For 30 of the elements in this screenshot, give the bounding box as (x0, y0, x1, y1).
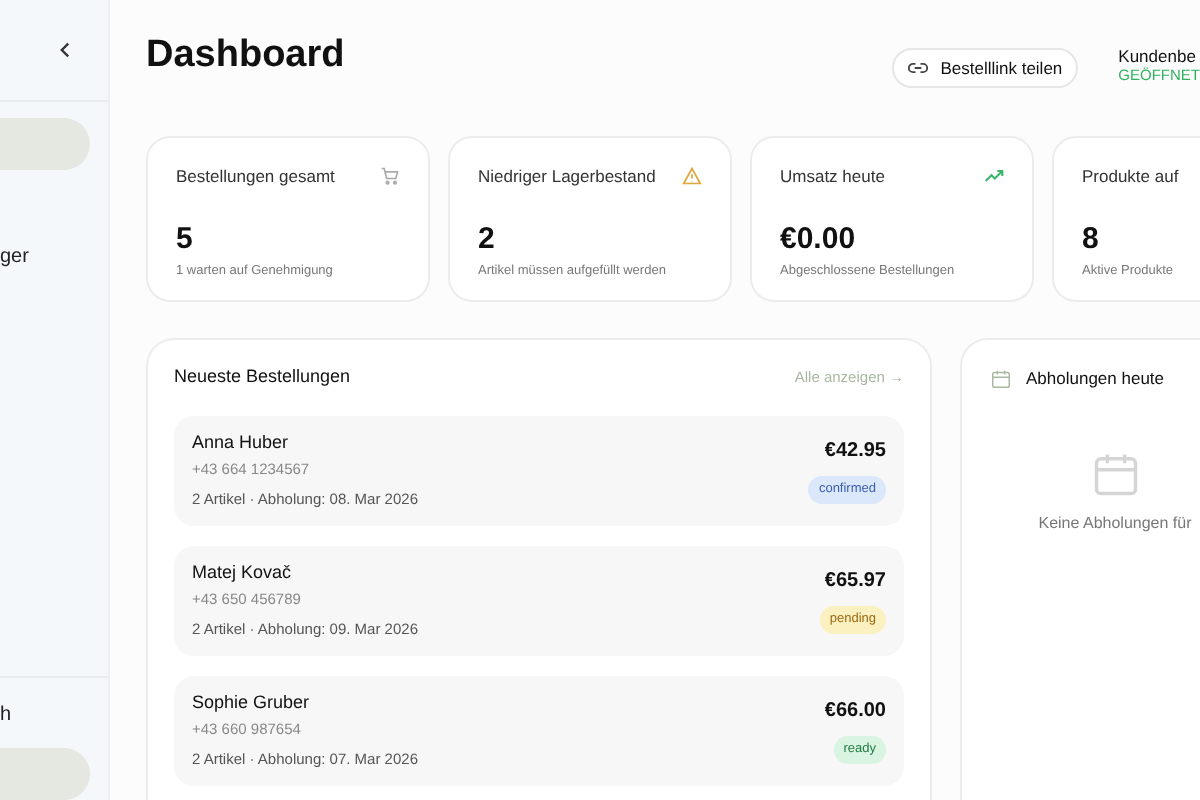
cart-icon (380, 166, 400, 187)
empty-message: Keine Abholungen für (1038, 511, 1192, 536)
page-title: Dashboard (146, 31, 345, 80)
stat-title: Niedriger Lagerbestand (478, 164, 656, 190)
store-label: Kundenbe (1118, 47, 1198, 67)
nav-item[interactable] (0, 118, 90, 170)
stat-value: 8 (1082, 219, 1101, 260)
nav-item[interactable]: h (0, 688, 90, 740)
stat-title: Umsatz heute (780, 164, 885, 190)
customer-name: Matej Kovač (192, 559, 294, 586)
panel-title: Abholungen heute (1026, 366, 1165, 392)
stat-value: 2 (478, 219, 497, 260)
warning-icon (682, 166, 702, 187)
link-icon (908, 60, 929, 76)
share-link-button[interactable]: Bestelllink teilen (892, 48, 1079, 88)
order-total: €65.97 (824, 568, 886, 597)
customer-name: Anna Huber (192, 429, 291, 455)
stat-title: Produkte auf (1082, 164, 1179, 190)
chevron-left-icon[interactable] (58, 42, 72, 58)
customer-name: Sophie Gruber (192, 689, 312, 716)
trend-up-icon (984, 166, 1004, 187)
panel-title: Neueste Bestellungen (174, 364, 351, 390)
nav-item[interactable] (0, 748, 90, 800)
order-total: €66.00 (824, 698, 886, 727)
stat-title: Bestellungen gesamt (176, 164, 335, 190)
order-total: €42.95 (824, 438, 886, 467)
calendar-icon (990, 367, 1012, 390)
nav-item[interactable]: ger (0, 230, 90, 282)
stat-value: 5 (176, 219, 195, 260)
stat-value: €0.00 (780, 219, 858, 260)
